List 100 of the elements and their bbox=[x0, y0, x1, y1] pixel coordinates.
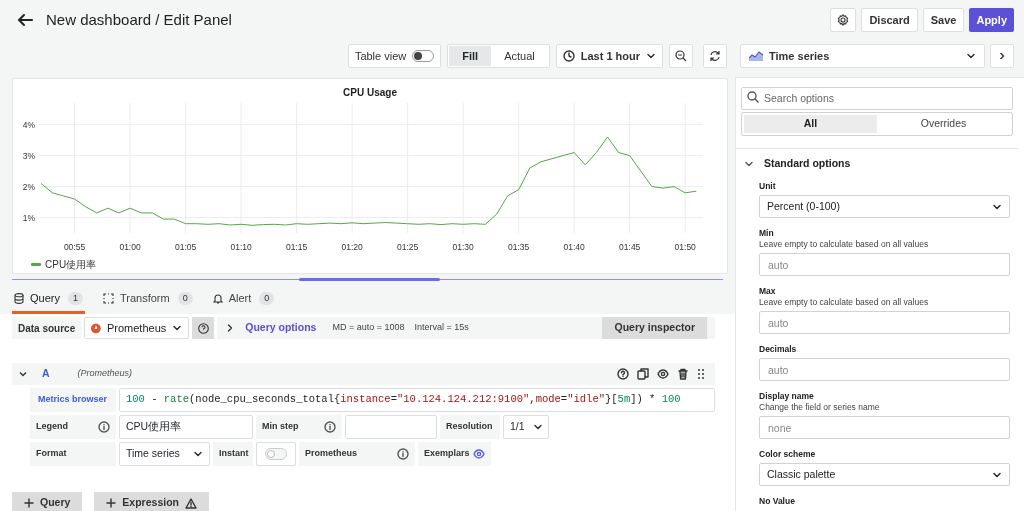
trash-button[interactable] bbox=[677, 368, 689, 380]
count-badge: 0 bbox=[259, 292, 275, 305]
option-select[interactable]: Percent (0-100) bbox=[759, 195, 1010, 218]
zoom-out-button[interactable] bbox=[669, 44, 693, 68]
y-tick-label: 1% bbox=[22, 212, 35, 223]
query-expression-field[interactable]: 100 - rate(node_cpu_seconds_total{instance="10.124.124.212:9100",mode="idle"}[5m]) * 100 bbox=[119, 388, 715, 412]
field-label: Data source bbox=[12, 317, 82, 339]
max-data-points: MD = auto = 1008 bbox=[332, 321, 405, 335]
chevron-down-icon bbox=[172, 323, 183, 333]
field-label: Resolution bbox=[446, 420, 493, 434]
page-title: New dashboard / Edit Panel bbox=[46, 9, 232, 30]
section-header[interactable]: Standard options bbox=[744, 157, 851, 171]
y-tick-label: 3% bbox=[22, 150, 35, 161]
option-label: No Value bbox=[759, 496, 796, 507]
option-input[interactable]: auto bbox=[759, 311, 1010, 334]
option-label: Decimals bbox=[759, 344, 798, 355]
x-tick-label: 01:00 bbox=[119, 242, 141, 252]
field-label: Exemplars bbox=[424, 447, 470, 461]
x-tick-label: 01:30 bbox=[452, 242, 474, 252]
trash-icon bbox=[677, 368, 689, 380]
eye-button[interactable] bbox=[657, 368, 669, 380]
option-input[interactable]: auto bbox=[759, 253, 1010, 276]
x-tick-label: 01:35 bbox=[508, 242, 530, 252]
back-button[interactable] bbox=[16, 11, 34, 29]
x-tick-label: 01:45 bbox=[619, 242, 641, 252]
table-view-toggle[interactable]: Table view bbox=[347, 44, 442, 68]
eye-icon bbox=[657, 368, 669, 380]
visualization-picker[interactable]: Time series bbox=[740, 44, 985, 68]
options-tab[interactable]: All bbox=[744, 115, 877, 133]
field-label: Instant bbox=[219, 447, 249, 461]
data-source-picker[interactable]: Prometheus bbox=[84, 317, 190, 339]
option-input[interactable]: none bbox=[759, 416, 1010, 439]
query-options-link[interactable]: Query options bbox=[245, 320, 317, 336]
settings-button[interactable] bbox=[830, 8, 857, 32]
count-badge: 0 bbox=[177, 292, 193, 305]
search-icon bbox=[747, 91, 759, 103]
help-button[interactable] bbox=[192, 317, 215, 339]
back-arrow-icon bbox=[17, 12, 33, 28]
plus-icon bbox=[24, 498, 34, 508]
transform-icon bbox=[103, 293, 114, 304]
copy-icon bbox=[637, 368, 649, 380]
option-label: Max bbox=[759, 286, 777, 297]
option-description: Change the field or series name bbox=[759, 402, 881, 413]
x-tick-label: 01:50 bbox=[674, 242, 696, 252]
header-button[interactable]: Save bbox=[922, 8, 965, 32]
field-label: Prometheus bbox=[305, 447, 357, 461]
size-mode-tab[interactable]: Fill bbox=[449, 46, 492, 66]
size-mode-tab[interactable]: Actual bbox=[491, 46, 548, 66]
apply-button[interactable]: Apply bbox=[969, 8, 1014, 32]
option-description: Leave empty to calculate based on all values bbox=[759, 297, 930, 308]
collapse-toggle[interactable] bbox=[18, 369, 28, 379]
refresh-button[interactable] bbox=[703, 44, 727, 68]
resize-handle[interactable] bbox=[299, 278, 440, 281]
time-range-picker[interactable]: Last 1 hour bbox=[555, 44, 663, 68]
y-tick-label: 4% bbox=[22, 119, 35, 130]
flame-icon bbox=[91, 322, 101, 334]
chevron-down-icon bbox=[532, 422, 543, 432]
resolution-select[interactable]: 1/1 bbox=[503, 415, 549, 439]
legend-field[interactable]: CPU使用率 bbox=[119, 415, 253, 439]
add-button[interactable]: Expression bbox=[94, 492, 209, 511]
field-label: Format bbox=[36, 447, 67, 461]
drag-handle-icon[interactable] bbox=[697, 368, 705, 380]
header-button[interactable]: Discard bbox=[861, 8, 918, 32]
x-tick-label: 01:15 bbox=[285, 242, 308, 252]
chevron-down-icon bbox=[646, 51, 656, 61]
info-icon bbox=[397, 448, 409, 460]
zoom-out-icon bbox=[675, 50, 687, 62]
query-letter: A bbox=[42, 366, 50, 382]
options-tab[interactable]: Overrides bbox=[877, 115, 1010, 133]
x-tick-label: 01:20 bbox=[341, 242, 363, 252]
copy-button[interactable] bbox=[637, 368, 649, 380]
help-icon bbox=[617, 368, 629, 380]
search-field[interactable]: Search options bbox=[741, 86, 1013, 110]
chevron-down-icon bbox=[18, 369, 28, 379]
option-select[interactable]: Classic palette bbox=[759, 463, 1010, 486]
interval-text: Interval = 15s bbox=[414, 321, 469, 335]
y-tick-label: 2% bbox=[22, 181, 35, 192]
option-label: Min bbox=[759, 228, 775, 239]
database-icon bbox=[14, 293, 24, 304]
editor-tab[interactable]: Transform 0 bbox=[101, 288, 195, 314]
add-button[interactable]: Query bbox=[12, 492, 83, 511]
refresh-icon bbox=[709, 50, 721, 62]
clock-icon bbox=[562, 50, 575, 62]
help-icon bbox=[197, 322, 209, 334]
query-inspector-button[interactable]: Query inspector bbox=[602, 317, 707, 339]
option-label: Unit bbox=[759, 181, 777, 192]
min-step-field[interactable] bbox=[345, 415, 437, 439]
settings-icon bbox=[837, 14, 850, 26]
chevron-right-icon bbox=[997, 51, 1007, 61]
option-input[interactable]: auto bbox=[759, 358, 1010, 381]
instant-toggle[interactable] bbox=[265, 448, 287, 460]
help-button[interactable] bbox=[617, 368, 629, 380]
chart-icon bbox=[749, 51, 763, 61]
format-select[interactable]: Time series bbox=[119, 442, 210, 466]
x-tick-label: 00:55 bbox=[63, 242, 86, 252]
option-label: Display name bbox=[759, 391, 815, 402]
x-tick-label: 01:25 bbox=[397, 242, 419, 252]
chevron-down-icon bbox=[966, 51, 976, 61]
metrics-browser-button[interactable]: Metrics browser bbox=[30, 388, 116, 412]
editor-tab[interactable]: Alert 0 bbox=[210, 288, 277, 314]
